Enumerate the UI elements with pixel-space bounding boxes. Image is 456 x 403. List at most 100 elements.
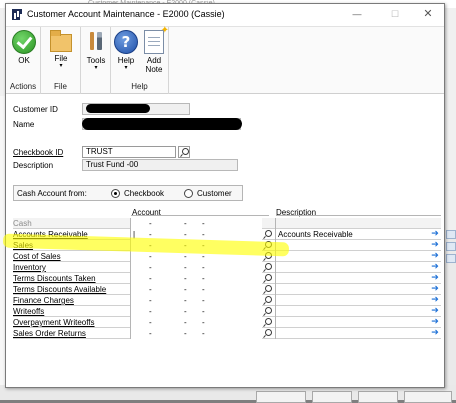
expand-arrow-icon[interactable]: ➔	[429, 317, 441, 328]
grid-row[interactable]: Inventory - - - ➔	[13, 262, 441, 273]
grid-row[interactable]: Writeoffs - - - ➔	[13, 306, 441, 317]
close-button[interactable]: ✕	[414, 7, 442, 21]
account-lookup-icon[interactable]	[262, 251, 274, 262]
window-title: Customer Account Maintenance - E2000 (Ca…	[27, 9, 225, 19]
minimize-button[interactable]: —	[343, 7, 371, 21]
account-segment-separator: -	[149, 307, 152, 316]
account-type-label[interactable]: Overpayment Writeoffs	[13, 317, 128, 328]
account-number-field[interactable]: ---	[130, 306, 262, 317]
form-body: Customer ID Name Checkbook ID TRUST Desc…	[6, 95, 444, 387]
account-number-field[interactable]: ---	[130, 295, 262, 306]
description-header-rule	[276, 215, 441, 216]
ribbon-group-help: ? Help ▾ Add Note Help	[111, 25, 169, 94]
account-segment-separator: -	[184, 241, 187, 250]
background-footer-button[interactable]	[312, 391, 352, 403]
account-lookup-icon[interactable]	[262, 262, 274, 273]
account-description	[275, 284, 427, 295]
account-number-field[interactable]: ---	[130, 328, 262, 339]
customer-radio[interactable]	[184, 189, 193, 198]
ribbon-group-label: File	[54, 82, 67, 91]
account-description	[275, 240, 427, 251]
account-type-label[interactable]: Sales	[13, 240, 128, 251]
expand-arrow-icon[interactable]: ➔	[429, 229, 441, 240]
account-number-field[interactable]: ---	[130, 273, 262, 284]
account-number-field[interactable]: ---	[130, 240, 262, 251]
account-header-rule	[131, 215, 269, 216]
account-number-field[interactable]: | - - -	[130, 229, 262, 240]
account-description: Accounts Receivable	[275, 229, 427, 240]
account-number-value: |	[133, 230, 136, 239]
account-type-label[interactable]: Writeoffs	[13, 306, 128, 317]
grid-row[interactable]: Overpayment Writeoffs - - - ➔	[13, 317, 441, 328]
grid-row[interactable]: Terms Discounts Available - - - ➔	[13, 284, 441, 295]
account-type-label[interactable]: Sales Order Returns	[13, 328, 128, 339]
cash-account-from-label: Cash Account from:	[17, 189, 87, 198]
redaction-mark	[82, 118, 242, 130]
grid-row[interactable]: Accounts Receivable | - - - Accounts Receivab…	[13, 229, 441, 240]
customer-radio-label[interactable]: Customer	[197, 189, 232, 198]
account-lookup-icon[interactable]	[262, 295, 274, 306]
account-segment-separator: -	[149, 252, 152, 261]
file-menu-button[interactable]: File ▾	[45, 30, 77, 76]
ok-button[interactable]: OK	[8, 30, 40, 76]
expand-arrow-icon[interactable]: ➔	[429, 262, 441, 273]
account-segment-separator: -	[149, 241, 152, 250]
grid-row[interactable]: Terms Discounts Taken - - - ➔	[13, 273, 441, 284]
tools-menu-button[interactable]: Tools ▾	[81, 30, 111, 76]
account-number-field[interactable]: ---	[130, 262, 262, 273]
expand-arrow-icon[interactable]: ➔	[429, 251, 441, 262]
checkbook-radio[interactable]	[111, 189, 120, 198]
account-lookup-icon[interactable]	[262, 273, 274, 284]
background-arrow-button[interactable]	[446, 230, 456, 239]
account-number-field[interactable]: ---	[130, 251, 262, 262]
grid-row[interactable]: Sales - - - ➔	[13, 240, 441, 251]
expand-arrow-icon[interactable]: ➔	[429, 328, 441, 339]
account-lookup-icon[interactable]	[262, 306, 274, 317]
checkbook-lookup-icon[interactable]	[178, 146, 190, 158]
account-number-field[interactable]: ---	[130, 284, 262, 295]
checkbook-id-label[interactable]: Checkbook ID	[13, 148, 63, 157]
account-segment-separator: -	[202, 318, 205, 327]
account-segment-separator: -	[202, 329, 205, 338]
expand-arrow-icon[interactable]: ➔	[429, 273, 441, 284]
grid-row[interactable]: Cash - - -	[13, 218, 441, 229]
account-number-field[interactable]: ---	[130, 317, 262, 328]
account-type-label[interactable]: Accounts Receivable	[13, 229, 128, 240]
grid-row[interactable]: Sales Order Returns - - - ➔	[13, 328, 441, 339]
account-segment-separator: -	[202, 263, 205, 272]
expand-arrow-icon[interactable]: ➔	[429, 306, 441, 317]
expand-arrow-icon[interactable]: ➔	[429, 240, 441, 251]
account-type-label[interactable]: Finance Charges	[13, 295, 128, 306]
help-menu-button[interactable]: ? Help ▾	[111, 30, 141, 76]
account-segment-separator: -	[149, 274, 152, 283]
account-type-label[interactable]: Terms Discounts Taken	[13, 273, 128, 284]
background-footer-button[interactable]	[256, 391, 306, 403]
account-lookup-icon[interactable]	[262, 240, 274, 251]
background-footer-button[interactable]	[404, 391, 452, 403]
expand-arrow-icon[interactable]: ➔	[429, 284, 441, 295]
account-lookup-icon[interactable]	[262, 229, 274, 240]
account-segment-separator: -	[184, 252, 187, 261]
account-segment-separator: -	[184, 274, 187, 283]
grid-row[interactable]: Cost of Sales - - - ➔	[13, 251, 441, 262]
background-arrow-button[interactable]	[446, 254, 456, 263]
account-segment-separator: -	[202, 307, 205, 316]
account-number-field[interactable]: ---	[130, 218, 262, 229]
background-footer-button[interactable]	[358, 391, 398, 403]
account-lookup-icon[interactable]	[262, 317, 274, 328]
checkbook-id-field[interactable]: TRUST	[82, 146, 176, 158]
account-lookup-icon[interactable]	[262, 328, 274, 339]
expand-arrow-icon[interactable]: ➔	[429, 295, 441, 306]
background-arrow-button[interactable]	[446, 242, 456, 251]
maximize-button[interactable]: ☐	[381, 7, 409, 21]
checkbook-radio-label[interactable]: Checkbook	[124, 189, 164, 198]
account-segment-separator: -	[202, 252, 205, 261]
ribbon-toolbar: OK Actions File ▾ File Tools ▾ ? Help ▾ …	[6, 25, 444, 94]
account-lookup-icon[interactable]	[262, 284, 274, 295]
account-type-label[interactable]: Cost of Sales	[13, 251, 128, 262]
account-type-label[interactable]: Terms Discounts Available	[13, 284, 128, 295]
account-segment-separator: -	[149, 219, 152, 228]
account-type-label[interactable]: Inventory	[13, 262, 128, 273]
grid-row[interactable]: Finance Charges - - - ➔	[13, 295, 441, 306]
add-note-button[interactable]: Add Note	[139, 25, 169, 76]
